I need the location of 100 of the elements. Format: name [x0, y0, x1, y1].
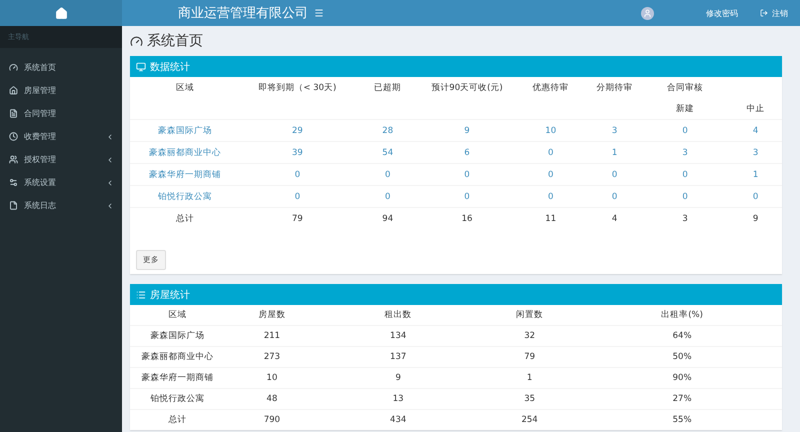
table-cell-text: 254	[520, 415, 539, 425]
table-link[interactable]: 4	[729, 126, 782, 136]
table-cell-text: 434	[389, 415, 408, 425]
table-link[interactable]: 28	[354, 126, 421, 136]
panel-title: 数据统计	[150, 60, 190, 74]
column-header: 闲置数	[515, 309, 544, 321]
table-cell-text: 总计	[167, 414, 188, 426]
sidebar-item[interactable]: 收费管理	[0, 125, 122, 148]
column-header: 新建	[675, 102, 696, 114]
settings-icon	[9, 178, 18, 187]
sidebar-item[interactable]: 系统首页	[0, 56, 122, 79]
table-link[interactable]: 铂悦行政公寓	[130, 190, 240, 202]
sidebar-item[interactable]: 合同管理	[0, 102, 122, 125]
table-cell-text: 4	[610, 214, 618, 224]
table-link[interactable]: 3	[729, 148, 782, 158]
table-link[interactable]: 0	[420, 170, 514, 180]
table-cell-text: 48	[266, 394, 278, 404]
column-header: 中止	[746, 102, 766, 114]
table-link[interactable]: 0	[729, 192, 782, 202]
table-link[interactable]: 10	[513, 126, 588, 136]
table-link[interactable]: 3	[588, 126, 642, 136]
table-cell-text: 32	[523, 331, 536, 341]
table-link[interactable]: 0	[588, 170, 642, 180]
table-link[interactable]: 0	[588, 192, 642, 202]
table-link[interactable]: 0	[240, 170, 355, 180]
column-header: 已超期	[373, 82, 402, 94]
table-link[interactable]: 1	[588, 148, 642, 158]
change-password-link[interactable]: 修改密码	[706, 8, 738, 18]
table-link[interactable]: 0	[641, 170, 730, 180]
table-cell-text: 273	[262, 352, 282, 362]
dashboard-icon	[9, 63, 18, 72]
table-link[interactable]: 豪森华府一期商铺	[130, 168, 240, 180]
table-link[interactable]: 54	[354, 148, 421, 158]
sidebar-item[interactable]: 系统设置	[0, 171, 122, 194]
table-cell-text: 9	[394, 373, 402, 383]
list-icon	[136, 290, 146, 300]
company-title: 商业运营管理有限公司	[178, 5, 308, 22]
table-link[interactable]: 豪森国际广场	[130, 124, 240, 136]
table-cell-text: 79	[290, 214, 304, 224]
logout-link[interactable]: 注销	[760, 8, 788, 18]
table-link[interactable]: 0	[641, 192, 730, 202]
table-cell-text: 豪森丽都商业中心	[140, 351, 214, 363]
table-cell-text: 总计	[175, 212, 196, 224]
table-link[interactable]: 29	[240, 126, 355, 136]
table-link[interactable]: 6	[420, 148, 514, 158]
clock-icon	[9, 132, 18, 141]
panel-title: 房屋统计	[150, 288, 190, 302]
menu-icon[interactable]	[314, 8, 324, 18]
table-cell-text: 16	[460, 214, 474, 224]
column-header: 区域	[175, 82, 196, 94]
sidebar-item[interactable]: 系统日志	[0, 194, 122, 217]
table-cell-text: 90%	[672, 373, 693, 383]
table-link[interactable]: 9	[420, 126, 514, 136]
table-cell-text: 94	[381, 214, 394, 224]
monitor-icon	[136, 62, 146, 72]
table-link[interactable]: 0	[513, 148, 588, 158]
column-header: 即将到期（< 30天)	[257, 82, 338, 94]
table-cell-text: 137	[389, 352, 408, 362]
table-cell-text: 134	[389, 331, 408, 341]
table-link[interactable]: 0	[240, 192, 355, 202]
column-header: 租出数	[384, 309, 413, 321]
table-cell-text: 55%	[672, 415, 693, 425]
table-link[interactable]: 0	[641, 126, 730, 136]
table-cell-text: 豪森华府一期商铺	[140, 372, 214, 384]
home-icon[interactable]	[54, 6, 68, 20]
column-header: 合同审核	[666, 82, 704, 94]
table-cell-text: 3	[681, 214, 689, 224]
table-cell-text: 790	[262, 415, 282, 425]
table-cell-text: 10	[266, 373, 278, 383]
table-link[interactable]: 0	[354, 170, 421, 180]
column-header: 房屋数	[257, 309, 286, 321]
column-header: 分期待审	[596, 82, 634, 94]
table-cell-text: 79	[523, 352, 536, 362]
sidebar-item[interactable]: 授权管理	[0, 148, 122, 171]
table-link[interactable]: 0	[420, 192, 514, 202]
table-cell-text: 铂悦行政公寓	[149, 393, 206, 405]
column-header: 区域	[167, 309, 188, 321]
sidebar-item[interactable]: 房屋管理	[0, 79, 122, 102]
table-link[interactable]: 1	[729, 170, 782, 180]
table-cell-text: 64%	[672, 331, 693, 341]
table-cell-text: 9	[752, 214, 760, 224]
table-link[interactable]: 0	[513, 170, 588, 180]
file-icon	[9, 201, 18, 210]
column-header: 出租率(%)	[660, 309, 704, 321]
logout-icon	[760, 9, 768, 17]
table-cell-text: 50%	[672, 352, 693, 362]
table-cell-text: 35	[523, 394, 536, 404]
table-link[interactable]: 豪森丽都商业中心	[130, 146, 240, 158]
table-cell-text: 27%	[672, 394, 693, 404]
table-cell-text: 13	[392, 394, 405, 404]
table-link[interactable]: 0	[513, 192, 588, 202]
table-link[interactable]: 3	[641, 148, 730, 158]
column-header: 优惠待审	[532, 82, 570, 94]
page-title: 系统首页	[130, 32, 782, 50]
table-link[interactable]: 0	[354, 192, 421, 202]
table-cell-text: 11	[544, 214, 558, 224]
home-icon	[9, 86, 18, 95]
users-icon	[9, 155, 18, 164]
table-link[interactable]: 39	[240, 148, 355, 158]
user-avatar[interactable]	[641, 6, 654, 20]
